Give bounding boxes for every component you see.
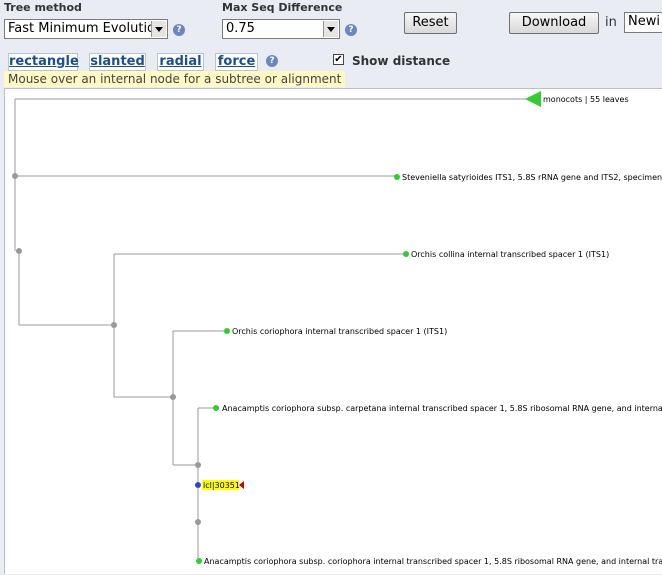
- internal-node[interactable]: [111, 322, 117, 328]
- leaf-node[interactable]: [213, 405, 219, 411]
- max-seq-diff-label: Max Seq Difference: [222, 1, 343, 14]
- query-node[interactable]: [195, 482, 201, 488]
- tree-method-value: Fast Minimum Evolution: [8, 21, 164, 36]
- internal-node[interactable]: [12, 173, 18, 179]
- help-icon[interactable]: ?: [266, 55, 278, 67]
- internal-node[interactable]: [16, 248, 22, 254]
- internal-node[interactable]: [195, 519, 201, 525]
- tree-panel: monocots | 55 leaves Steveniella satyrio…: [4, 88, 662, 574]
- leaf-label[interactable]: Orchis coriophora internal transcribed s…: [232, 327, 447, 336]
- chevron-down-icon: [323, 21, 338, 37]
- download-button[interactable]: Download: [509, 12, 599, 34]
- show-distance-checkbox[interactable]: ✔: [333, 54, 344, 65]
- leaf-label[interactable]: Anacamptis coriophora subsp. coriophora …: [204, 557, 662, 566]
- tab-radial[interactable]: radial: [157, 53, 204, 71]
- tab-rectangle[interactable]: rectangle: [8, 53, 79, 71]
- hint-text: Mouse over an internal node for a subtre…: [4, 71, 346, 87]
- query-leaf-label[interactable]: lcl|30351: [203, 481, 240, 490]
- internal-node[interactable]: [195, 462, 201, 468]
- max-seq-diff-select[interactable]: 0.75: [222, 19, 340, 39]
- tree-method-label: Tree method: [4, 1, 82, 14]
- internal-node[interactable]: [170, 394, 176, 400]
- leaf-node[interactable]: [224, 328, 230, 334]
- reset-button[interactable]: Reset: [404, 12, 457, 34]
- leaf-node[interactable]: [403, 251, 409, 257]
- tab-slanted[interactable]: slanted: [89, 53, 146, 71]
- leaf-nodes: [196, 174, 409, 564]
- tree-canvas: monocots | 55 leaves Steveniella satyrio…: [12, 91, 662, 566]
- tab-force[interactable]: force: [215, 53, 258, 71]
- collapsed-subtree-icon[interactable]: [525, 91, 541, 107]
- max-seq-diff-value: 0.75: [226, 21, 255, 36]
- help-icon[interactable]: ?: [173, 24, 185, 36]
- leaf-label[interactable]: monocots | 55 leaves: [543, 95, 629, 104]
- help-icon[interactable]: ?: [345, 24, 357, 36]
- tree-method-select[interactable]: Fast Minimum Evolution: [4, 19, 168, 39]
- leaf-label[interactable]: Anacamptis coriophora subsp. carpetana i…: [222, 404, 662, 413]
- format-value: Newi: [628, 14, 660, 29]
- leaf-label[interactable]: Orchis collina internal transcribed spac…: [411, 250, 609, 259]
- leaf-node[interactable]: [196, 558, 202, 564]
- leaf-label[interactable]: Steveniella satyrioides ITS1, 5.8S rRNA …: [402, 173, 662, 182]
- in-label: in: [605, 15, 617, 30]
- chevron-down-icon: [151, 21, 166, 37]
- leaf-node[interactable]: [394, 174, 400, 180]
- format-select[interactable]: Newi: [624, 12, 662, 33]
- show-distance-label: Show distance: [352, 54, 451, 68]
